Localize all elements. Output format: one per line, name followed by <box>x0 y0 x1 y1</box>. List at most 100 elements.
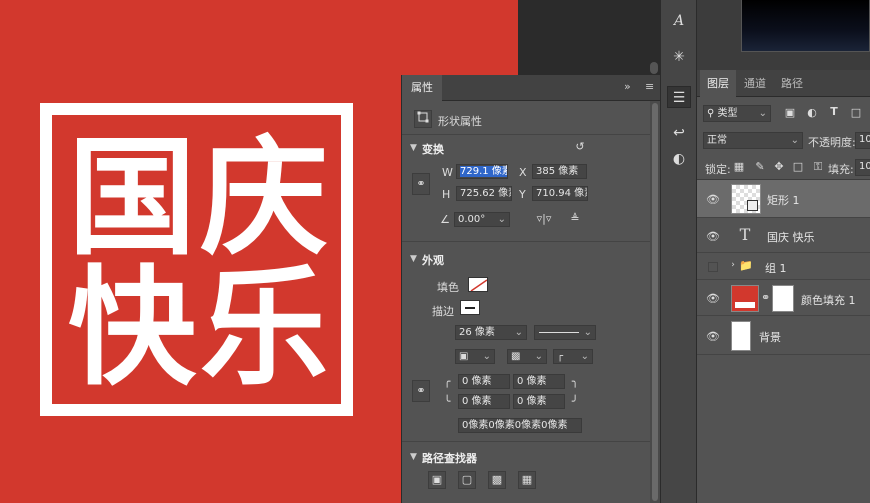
logo-char-le: 乐 <box>200 254 329 403</box>
corner-tl-field[interactable]: 0 像素 <box>458 374 510 389</box>
layers-tabbar: 图层 通道 路径 <box>697 70 870 97</box>
stroke-align-dropdown[interactable]: ▣ ⌄ <box>455 349 495 364</box>
canvas-pasteboard <box>518 0 660 75</box>
intersect-shapes-icon[interactable]: ▩ <box>488 471 506 489</box>
no-fill-icon <box>470 279 487 291</box>
visibility-toggle-off[interactable] <box>708 262 718 272</box>
layer-row[interactable]: 👁 ⚭ 颜色填充 1 <box>697 281 870 316</box>
opacity-field[interactable]: 10 <box>855 132 870 149</box>
reset-icon[interactable]: ↺ <box>572 140 588 153</box>
h-label: H <box>442 188 451 201</box>
chevron-right-icon[interactable]: › <box>729 260 737 270</box>
corner-tl-icon: ╭ <box>443 375 451 388</box>
tab-properties[interactable]: 属性 <box>402 75 442 101</box>
blend-mode-dropdown[interactable]: 正常 ⌄ <box>703 132 803 149</box>
divider <box>402 441 651 442</box>
filter-kind-value: 类型 <box>717 108 738 119</box>
stroke-label: 描边 <box>432 305 454 318</box>
navigator-preview[interactable] <box>741 0 870 52</box>
layer-thumbnail <box>731 184 761 214</box>
tab-paths[interactable]: 路径 <box>774 70 810 97</box>
corner-br-icon: ╯ <box>571 395 579 408</box>
canvas-scrollbar[interactable] <box>648 0 660 75</box>
chevron-down-icon[interactable]: ▼ <box>410 254 417 264</box>
lock-artboard-icon[interactable]: □ <box>792 160 804 173</box>
adjustment-filter-icon[interactable]: ◐ <box>805 106 819 119</box>
filter-kind-dropdown[interactable]: ⚲ 类型 ⌄ <box>703 105 771 122</box>
brush-settings-icon[interactable]: ✳ <box>667 46 691 68</box>
image-filter-icon[interactable]: ▣ <box>783 106 797 119</box>
character-panel-icon[interactable]: A <box>667 10 691 32</box>
properties-panel-icon[interactable]: ☰ <box>667 86 691 108</box>
corner-tr-field[interactable]: 0 像素 <box>513 374 565 389</box>
hamburger-menu-icon[interactable]: ≡ <box>645 80 654 93</box>
pathfinder-section-title[interactable]: 路径查找器 <box>422 450 477 466</box>
adjustments-icon[interactable]: ◐ <box>667 148 691 170</box>
tab-layers[interactable]: 图层 <box>700 70 736 97</box>
photoshop-window: 国 庆 快 乐 属性 » ≡ 形状属性 ▼ 变换 ↺ ⚭ W 729.1 像素 … <box>0 0 870 503</box>
eye-icon[interactable]: 👁 <box>706 292 720 305</box>
stroke-cap-dropdown[interactable]: ▩ ⌄ <box>507 349 547 364</box>
search-icon: ⚲ <box>707 108 715 119</box>
layer-row[interactable]: 👁 背景 <box>697 317 870 355</box>
flip-vertical-icon[interactable]: ≜ <box>567 212 583 225</box>
layer-row[interactable]: › 📁 组 1 <box>697 254 870 280</box>
layer-thumbnail <box>731 321 751 351</box>
link-dimensions-icon[interactable]: ⚭ <box>412 173 430 195</box>
layer-row[interactable]: 👁 矩形 1 <box>697 180 870 218</box>
corners-combined-field[interactable]: 0像素0像素0像素0像素 <box>458 418 582 433</box>
divider <box>402 134 651 135</box>
fill-field[interactable]: 10 <box>855 159 870 176</box>
x-label: X <box>519 166 527 179</box>
stroke-style-dropdown[interactable]: ⌄ <box>534 325 596 340</box>
eye-icon[interactable]: 👁 <box>706 230 720 243</box>
properties-panel: 属性 » ≡ 形状属性 ▼ 变换 ↺ ⚭ W 729.1 像素 X 385 像素… <box>401 75 661 503</box>
double-chevron-right-icon[interactable]: » <box>624 80 631 93</box>
y-field[interactable]: 710.94 像素 <box>532 186 588 201</box>
width-field[interactable]: 729.1 像素 <box>456 164 508 179</box>
stroke-width-field[interactable]: 26 像素 ⌄ <box>455 325 527 340</box>
flip-horizontal-icon[interactable]: ▿|▿ <box>536 212 552 225</box>
corner-bl-field[interactable]: 0 像素 <box>458 394 510 409</box>
eye-icon[interactable]: 👁 <box>706 193 720 206</box>
shape-layer-icon <box>747 200 758 211</box>
fill-swatch[interactable] <box>468 277 488 292</box>
history-icon[interactable]: ↩ <box>667 122 691 144</box>
lock-transparent-icon[interactable]: ▦ <box>733 160 745 173</box>
subtract-front-icon[interactable]: ▢ <box>458 471 476 489</box>
lock-position-icon[interactable]: ✥ <box>773 160 785 173</box>
exclude-overlap-icon[interactable]: ▦ <box>518 471 536 489</box>
lock-all-icon[interactable]: ⚿ <box>812 160 824 174</box>
eye-icon[interactable]: 👁 <box>706 330 720 343</box>
chevron-down-icon[interactable]: ▼ <box>410 452 417 462</box>
angle-value: 0.00° <box>458 214 486 225</box>
height-field[interactable]: 725.62 像素 <box>456 186 512 201</box>
folder-icon: 📁 <box>739 259 753 272</box>
properties-tabbar: 属性 » ≡ <box>402 75 661 101</box>
transform-section-title[interactable]: 变换 <box>422 141 444 157</box>
stroke-corner-dropdown[interactable]: ┌ ⌄ <box>553 349 593 364</box>
fill-label: 填色 <box>437 281 459 294</box>
corner-br-field[interactable]: 0 像素 <box>513 394 565 409</box>
stroke-swatch[interactable] <box>460 300 480 315</box>
shape-properties-label: 形状属性 <box>438 115 482 128</box>
blend-mode-value: 正常 <box>707 135 727 146</box>
corner-tr-icon: ╮ <box>571 375 579 388</box>
x-field[interactable]: 385 像素 <box>532 164 587 179</box>
stroke-width-value: 26 像素 <box>459 327 495 338</box>
link-corners-icon[interactable]: ⚭ <box>412 380 430 402</box>
chevron-down-icon[interactable]: ▼ <box>410 143 417 153</box>
text-filter-icon[interactable]: T <box>827 105 841 118</box>
tab-channels[interactable]: 通道 <box>737 70 773 97</box>
divider <box>402 241 651 242</box>
link-icon: ⚭ <box>761 291 771 304</box>
logo-char-guo: 国 <box>68 124 197 273</box>
angle-field[interactable]: 0.00° ⌄ <box>454 212 510 227</box>
properties-scrollbar[interactable] <box>650 101 660 503</box>
opacity-label: 不透明度: <box>808 136 856 149</box>
appearance-section-title[interactable]: 外观 <box>422 252 444 268</box>
combine-shapes-icon[interactable]: ▣ <box>428 471 446 489</box>
shape-filter-icon[interactable]: □ <box>849 106 863 119</box>
lock-paint-icon[interactable]: ✎ <box>754 160 766 173</box>
layer-row[interactable]: 👁 T 国庆 快乐 <box>697 219 870 253</box>
